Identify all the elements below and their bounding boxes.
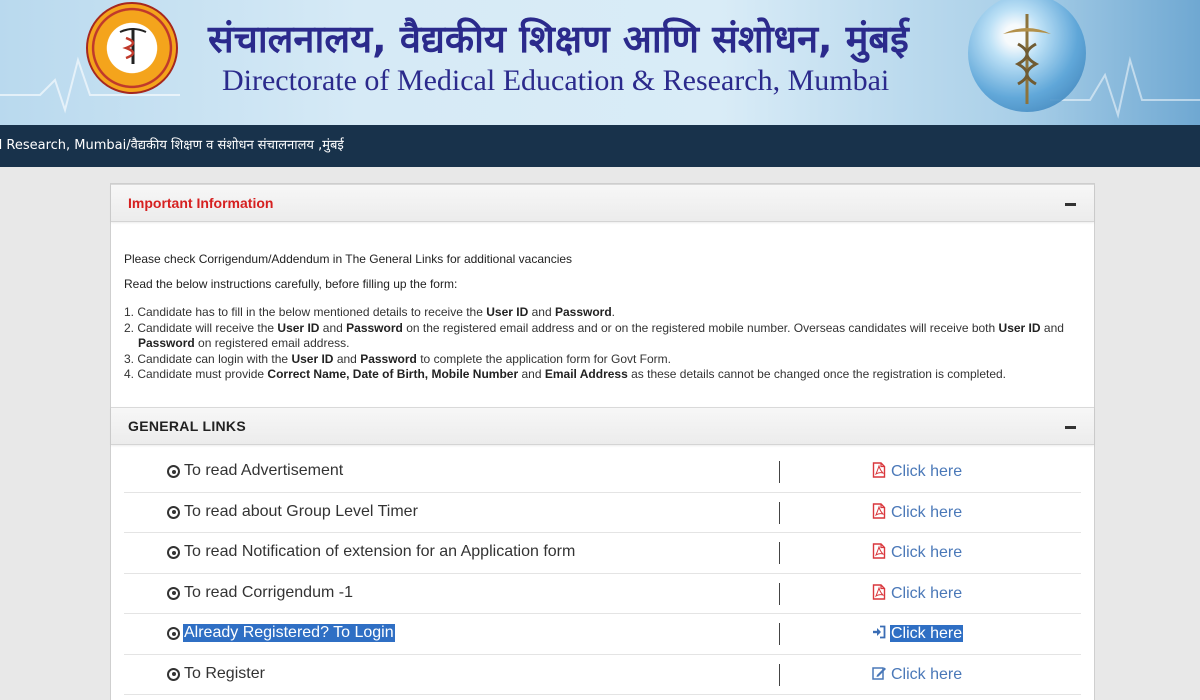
click-here-link[interactable]: Click here <box>872 624 964 643</box>
instruction-item: 2. Candidate will receive the User ID an… <box>124 321 1084 352</box>
pdf-icon <box>872 502 886 519</box>
link-label: To Register <box>184 664 265 682</box>
general-links-title: GENERAL LINKS <box>128 418 246 434</box>
click-here-link[interactable]: Click here <box>872 665 963 684</box>
important-info-title: Important Information <box>128 195 274 211</box>
dmer-logo <box>86 2 178 94</box>
breadcrumb-bar: d Research, Mumbai/वैद्यकीय शिक्षण व संश… <box>0 125 1200 167</box>
instruction-emphasis: Correct Name, Date of Birth, Mobile Numb… <box>267 367 519 381</box>
click-here-link[interactable]: Click here <box>872 502 963 522</box>
instructions-list: 1. Candidate has to fill in the below me… <box>124 305 1084 383</box>
instruction-text: on registered email address. <box>194 336 350 350</box>
caduceus-globe-graphic <box>968 0 1086 112</box>
column-divider <box>779 663 780 686</box>
header-title-marathi: संचालनालय, वैद्यकीय शिक्षण आणि संशोधन, म… <box>208 17 909 61</box>
link-row: To read Notification of extension for an… <box>124 533 1081 574</box>
link-label: To read Advertisement <box>184 462 344 479</box>
click-here-link[interactable]: Click here <box>872 462 963 481</box>
instruction-text: and <box>333 351 361 366</box>
column-divider <box>779 582 780 605</box>
pdf-icon <box>872 543 886 559</box>
circle-dot-icon <box>167 586 180 600</box>
click-here-text: Click here <box>890 625 964 642</box>
link-row: To read about Group Level Timer Click her… <box>124 493 1081 533</box>
instruction-text: on the registered email address and or o… <box>402 320 999 335</box>
instruction-text: and <box>319 320 347 335</box>
column-divider <box>779 501 780 524</box>
corrigendum-notice: Please check Corrigendum/Addendum in The… <box>124 252 573 266</box>
breadcrumb-text: d Research, Mumbai/वैद्यकीय शिक्षण व संश… <box>0 138 344 153</box>
instructions-heading: Read the below instructions carefully, b… <box>124 277 458 291</box>
instruction-text: and <box>518 367 545 381</box>
click-here-text: Click here <box>891 503 963 521</box>
instruction-emphasis: Password <box>138 336 195 350</box>
link-label: To read Corrigendum -1 <box>184 583 353 601</box>
column-divider <box>779 461 780 483</box>
instruction-item: 4. Candidate must provide Correct Name, … <box>124 367 1084 383</box>
instruction-emphasis: User ID <box>998 320 1041 335</box>
sign-in-icon <box>872 624 886 640</box>
collapse-icon[interactable] <box>1065 426 1076 429</box>
pdf-icon <box>872 462 886 478</box>
site-header: संचालनालय, वैद्यकीय शिक्षण आणि संशोधन, म… <box>0 0 1200 125</box>
link-row: To read Corrigendum -1 Click here <box>124 574 1081 614</box>
click-here-link[interactable]: Click here <box>872 543 963 562</box>
instruction-text: . <box>611 305 616 319</box>
link-label: To read Notification of extension for an… <box>184 543 576 560</box>
circle-dot-icon <box>167 546 180 559</box>
instruction-item: 1. Candidate has to fill in the below me… <box>124 305 1084 321</box>
edit-icon <box>872 665 886 681</box>
click-here-text: Click here <box>891 463 963 480</box>
circle-dot-icon <box>167 667 180 681</box>
click-here-text: Click here <box>891 665 963 683</box>
circle-dot-icon <box>167 465 180 478</box>
collapse-icon[interactable] <box>1065 203 1076 206</box>
instruction-emphasis: Password <box>554 305 612 319</box>
instruction-text: and <box>1040 320 1064 335</box>
instruction-text: as these details cannot be changed once … <box>627 367 1007 381</box>
instruction-emphasis: Password <box>346 320 403 335</box>
caduceus-icon <box>119 28 147 64</box>
link-row: To Register Click here <box>124 655 1081 695</box>
content-container: Important Information Please check Corri… <box>110 183 1095 700</box>
instruction-text: 4. Candidate must provide <box>124 367 268 381</box>
click-here-text: Click here <box>891 584 963 602</box>
click-here-link[interactable]: Click here <box>872 583 963 603</box>
instruction-emphasis: Password <box>360 351 417 366</box>
circle-dot-icon <box>167 627 180 640</box>
link-row: Already Registered? To Login Click here <box>124 614 1081 655</box>
general-links-header[interactable]: GENERAL LINKS <box>111 407 1094 445</box>
instruction-item: 3. Candidate can login with the User ID … <box>124 352 1084 368</box>
column-divider <box>779 623 780 645</box>
instruction-emphasis: User ID <box>291 351 334 366</box>
instruction-text: 2. Candidate will receive the <box>124 320 278 335</box>
pdf-icon <box>872 583 886 600</box>
instruction-text: 1. Candidate has to fill in the below me… <box>124 305 487 319</box>
important-info-header[interactable]: Important Information <box>111 184 1094 222</box>
instruction-text: to complete the application form for Gov… <box>416 351 671 366</box>
click-here-text: Click here <box>891 544 963 561</box>
instruction-emphasis: Email Address <box>544 367 628 381</box>
instruction-emphasis: User ID <box>486 305 529 319</box>
general-links-table: To read Advertisement Click here To read a… <box>124 452 1081 695</box>
header-title-english: Directorate of Medical Education & Resea… <box>222 64 890 97</box>
circle-dot-icon <box>167 505 180 519</box>
link-row: To read Advertisement Click here <box>124 452 1081 493</box>
instruction-emphasis: User ID <box>277 320 320 335</box>
link-label: Already Registered? To Login <box>183 624 395 642</box>
instruction-text: and <box>528 305 555 319</box>
column-divider <box>779 542 780 564</box>
instruction-text: 3. Candidate can login with the <box>124 351 292 366</box>
link-label: To read about Group Level Timer <box>184 502 418 520</box>
